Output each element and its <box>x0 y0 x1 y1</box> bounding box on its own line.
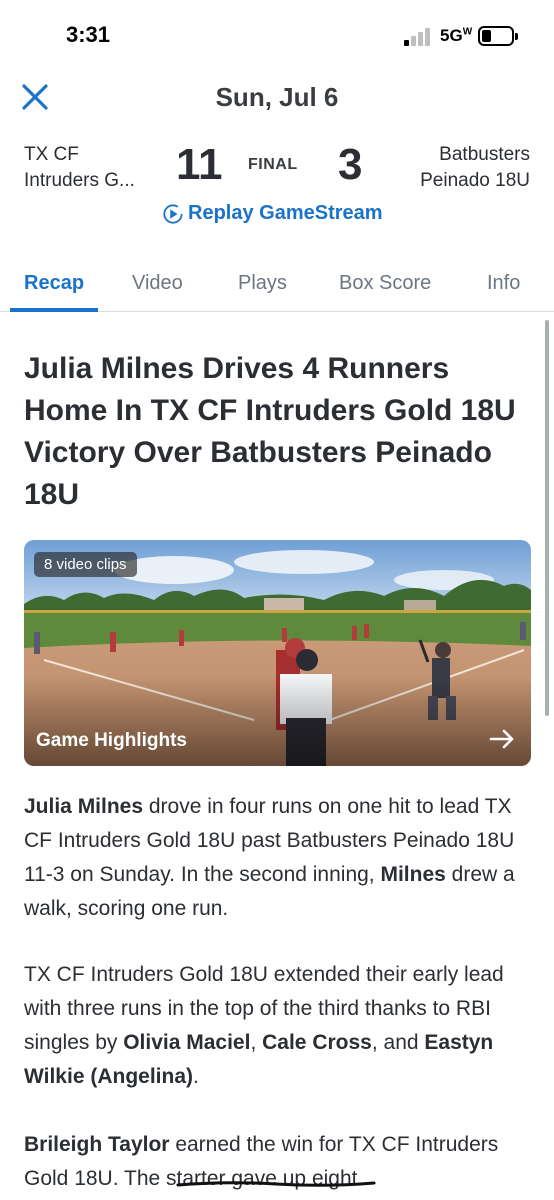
game-highlights-video[interactable]: 8 video clips Game Highlights <box>24 540 531 766</box>
home-team-line1: TX CF <box>24 144 79 165</box>
tab-video[interactable]: Video <box>132 272 183 295</box>
article-headline: Julia Milnes Drives 4 Runners Home In TX… <box>24 352 516 511</box>
network-type: 5G <box>440 26 463 45</box>
away-team-line2: Peinado 18U <box>420 170 530 191</box>
away-score: 3 <box>338 140 363 189</box>
away-team-line1: Batbusters <box>439 144 530 165</box>
replay-gamestream-link[interactable]: Replay GameStream <box>162 202 383 225</box>
home-score: 11 <box>176 140 223 189</box>
tab-box-score[interactable]: Box Score <box>339 272 431 295</box>
tab-bar: Recap Video Plays Box Score Info <box>0 262 554 312</box>
network-sup: W <box>462 26 473 38</box>
paragraph-text: . <box>193 1065 199 1088</box>
handwritten-strike-mark <box>176 1181 376 1187</box>
player-name: Brileigh Taylor <box>24 1133 170 1156</box>
tab-recap[interactable]: Recap <box>24 272 84 295</box>
home-team-name[interactable]: TX CF Intruders G... <box>24 142 164 194</box>
away-team-name[interactable]: Batbusters Peinado 18U <box>380 142 530 194</box>
arrow-right-icon <box>489 729 514 749</box>
replay-label: Replay GameStream <box>188 202 383 224</box>
article-paragraph-2: TX CF Intruders Gold 18U extended their … <box>24 958 534 1094</box>
video-clip-count-badge: 8 video clips <box>34 552 137 577</box>
player-name: Julia Milnes <box>24 795 144 818</box>
game-status: FINAL <box>248 156 298 173</box>
tab-info[interactable]: Info <box>487 272 520 295</box>
game-date: Sun, Jul 6 <box>215 82 339 112</box>
signal-icon <box>404 28 436 46</box>
scrollbar[interactable] <box>545 320 549 716</box>
battery-icon <box>478 26 518 46</box>
status-bar: 3:31 5GW <box>0 0 554 70</box>
player-name: Cale Cross <box>262 1031 372 1054</box>
network-label: 5GW <box>440 26 472 46</box>
player-name: Olivia Maciel <box>123 1031 251 1054</box>
active-tab-indicator <box>10 308 98 312</box>
player-name: Milnes <box>380 863 446 886</box>
paragraph-text: , <box>250 1031 263 1054</box>
video-title: Game Highlights <box>36 730 187 751</box>
replay-icon <box>163 203 183 224</box>
paragraph-text: , and <box>371 1031 425 1054</box>
status-time: 3:31 <box>66 22 111 47</box>
article-paragraph-1: Julia Milnes drove in four runs on one h… <box>24 790 534 926</box>
tab-plays[interactable]: Plays <box>238 272 287 295</box>
home-team-line2: Intruders G... <box>24 170 135 191</box>
